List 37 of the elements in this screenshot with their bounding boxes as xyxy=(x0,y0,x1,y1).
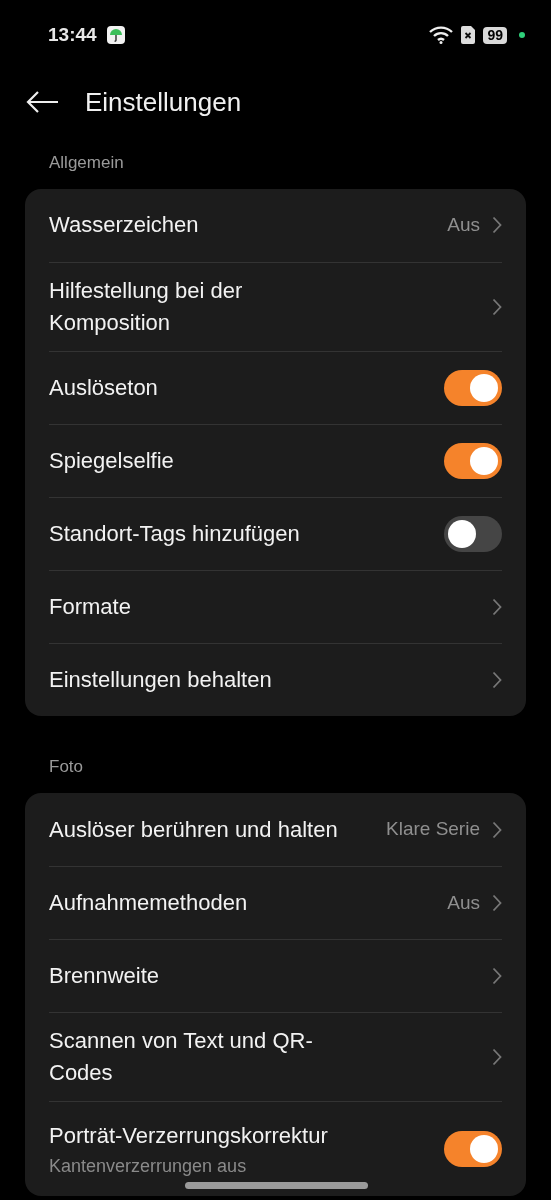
toggle-switch[interactable] xyxy=(444,442,502,479)
setting-label[interactable]: Brennweite xyxy=(49,960,160,992)
chevron-right-icon xyxy=(492,967,502,985)
setting-label[interactable]: Wasserzeichen xyxy=(49,209,199,241)
setting-label[interactable]: Hilfestellung bei der Komposition xyxy=(49,274,349,339)
toggle-switch[interactable] xyxy=(444,515,502,552)
setting-value: Aus xyxy=(447,890,480,915)
setting-value: Klare Serie xyxy=(386,817,480,842)
page-title: Einstellungen xyxy=(85,85,242,119)
chevron-right-icon xyxy=(492,894,502,912)
setting-label[interactable]: Scannen von Text und QR-Codes xyxy=(49,1025,349,1089)
toggle-switch[interactable] xyxy=(444,1131,502,1167)
chevron-right-icon xyxy=(492,670,502,689)
umbrella-app-icon xyxy=(106,26,125,44)
section-header: Foto xyxy=(49,756,84,776)
status-time: 13:44 xyxy=(48,22,97,47)
setting-label[interactable]: Auslöseton xyxy=(49,371,158,404)
back-arrow-icon[interactable] xyxy=(26,90,59,114)
setting-label[interactable]: Porträt-Verzerrungskorrektur xyxy=(49,1120,328,1152)
setting-label[interactable]: Spiegelselfie xyxy=(49,444,174,477)
chevron-right-icon xyxy=(492,820,502,839)
section-header: Allgemein xyxy=(49,153,124,172)
chevron-right-icon xyxy=(492,1048,502,1066)
setting-label[interactable]: Aufnahmemethoden xyxy=(49,887,248,919)
setting-label[interactable]: Standort-Tags hinzufügen xyxy=(49,517,300,550)
setting-value: Aus xyxy=(447,212,480,237)
battery-level: 99 xyxy=(483,26,507,44)
chevron-right-icon xyxy=(492,297,502,316)
sim-icon xyxy=(461,26,476,44)
setting-label[interactable]: Formate xyxy=(49,590,131,623)
wifi-icon xyxy=(429,26,454,44)
setting-label[interactable]: Einstellungen behalten xyxy=(49,663,272,696)
setting-description: Kantenverzerrungen aus xyxy=(49,1155,248,1178)
setting-label[interactable]: Auslöser berühren und halten xyxy=(49,813,338,846)
chevron-right-icon xyxy=(492,216,502,234)
toggle-switch[interactable] xyxy=(444,369,502,406)
chevron-right-icon xyxy=(492,597,502,616)
